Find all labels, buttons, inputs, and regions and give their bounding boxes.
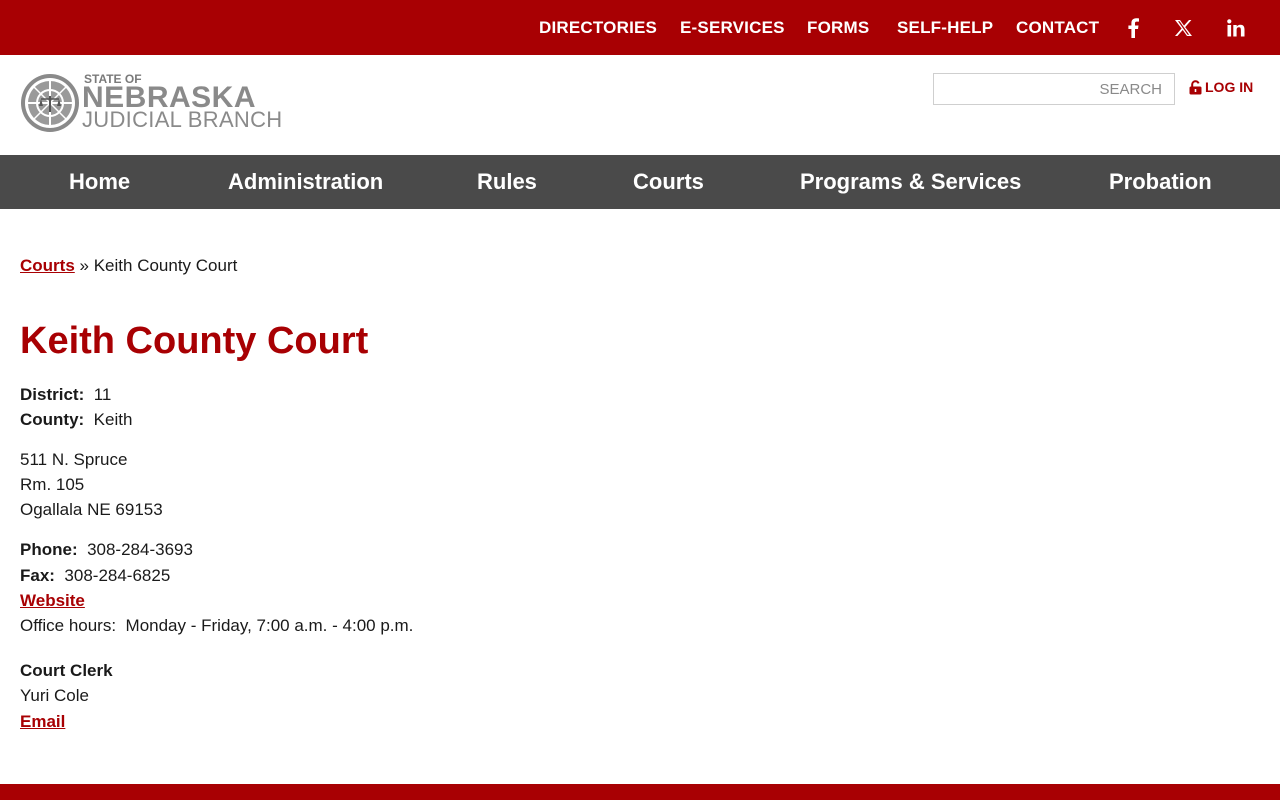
x-twitter-icon[interactable] bbox=[1168, 0, 1198, 55]
search-input[interactable] bbox=[934, 74, 1174, 104]
office-hours-label: Office hours: bbox=[20, 616, 117, 635]
nav-programs-services[interactable]: Programs & Services bbox=[800, 155, 1021, 209]
county-label: County: bbox=[20, 410, 85, 429]
website-row: Website bbox=[20, 590, 85, 612]
top-nav-self-help-link[interactable]: SELF-HELP bbox=[897, 18, 993, 38]
office-hours-row: Office hours: Monday - Friday, 7:00 a.m.… bbox=[20, 615, 413, 637]
nebraska-judicial-branch-logo[interactable]: STATE OF NEBRASKA JUDICIAL BRANCH bbox=[20, 72, 283, 134]
top-nav-directories-link[interactable]: DIRECTORIES bbox=[539, 18, 657, 38]
top-nav-contact-link[interactable]: CONTACT bbox=[1016, 18, 1099, 38]
linkedin-icon[interactable] bbox=[1221, 0, 1251, 55]
district-value: 11 bbox=[93, 385, 112, 404]
fax-value: 308-284-6825 bbox=[64, 566, 171, 585]
breadcrumb-current: Keith County Court bbox=[93, 256, 238, 275]
phone-row: Phone: 308-284-3693 bbox=[20, 539, 193, 561]
top-nav-self-help[interactable]: SELF-HELP bbox=[897, 0, 993, 55]
lock-icon bbox=[1189, 79, 1202, 94]
page-title: Keith County Court bbox=[20, 320, 369, 362]
breadcrumb: Courts » Keith County Court bbox=[20, 255, 237, 277]
email-row: Email bbox=[20, 711, 65, 733]
login-link[interactable]: LOG IN bbox=[1189, 77, 1253, 97]
top-nav-forms-link[interactable]: FORMS bbox=[807, 18, 869, 38]
login-label: LOG IN bbox=[1205, 79, 1254, 95]
website-link[interactable]: Website bbox=[20, 591, 85, 610]
logo-judicial-branch: JUDICIAL BRANCH bbox=[82, 107, 283, 132]
address-line-1: 511 N. Spruce bbox=[20, 450, 128, 469]
search-box[interactable] bbox=[933, 73, 1175, 105]
fax-label: Fax: bbox=[20, 566, 55, 585]
phone-label: Phone: bbox=[20, 540, 78, 559]
email-link[interactable]: Email bbox=[20, 712, 65, 731]
breadcrumb-separator: » bbox=[79, 256, 89, 275]
nav-home[interactable]: Home bbox=[69, 155, 130, 209]
main-navigation: Home Administration Rules Courts Program… bbox=[0, 155, 1280, 209]
nav-rules[interactable]: Rules bbox=[477, 155, 537, 209]
facebook-icon[interactable] bbox=[1118, 0, 1148, 55]
footer-bar bbox=[0, 784, 1280, 800]
breadcrumb-courts-link[interactable]: Courts bbox=[20, 256, 75, 275]
county-value: Keith bbox=[93, 410, 133, 429]
top-nav-directories[interactable]: DIRECTORIES bbox=[539, 0, 657, 55]
court-clerk-heading: Court Clerk bbox=[20, 660, 113, 682]
district-row: District: 11 bbox=[20, 384, 111, 406]
top-nav-contact[interactable]: CONTACT bbox=[1016, 0, 1099, 55]
top-nav-forms[interactable]: FORMS bbox=[807, 0, 869, 55]
nav-administration[interactable]: Administration bbox=[228, 155, 383, 209]
nav-probation[interactable]: Probation bbox=[1109, 155, 1212, 209]
district-label: District: bbox=[20, 385, 85, 404]
office-hours-value: Monday - Friday, 7:00 a.m. - 4:00 p.m. bbox=[125, 616, 414, 635]
county-row: County: Keith bbox=[20, 409, 132, 431]
top-nav-eservices-link[interactable]: E-SERVICES bbox=[680, 18, 785, 38]
fax-row: Fax: 308-284-6825 bbox=[20, 565, 170, 587]
court-clerk-heading-text: Court Clerk bbox=[20, 661, 113, 680]
top-nav-eservices[interactable]: E-SERVICES bbox=[680, 0, 785, 55]
phone-value: 308-284-3693 bbox=[87, 540, 193, 559]
nav-courts[interactable]: Courts bbox=[633, 155, 704, 209]
court-clerk-name: Yuri Cole bbox=[20, 686, 89, 705]
top-utility-bar: DIRECTORIES E-SERVICES FORMS SELF-HELP C… bbox=[0, 0, 1280, 55]
address-line-3: Ogallala NE 69153 bbox=[20, 500, 163, 519]
address-line-2: Rm. 105 bbox=[20, 475, 85, 494]
